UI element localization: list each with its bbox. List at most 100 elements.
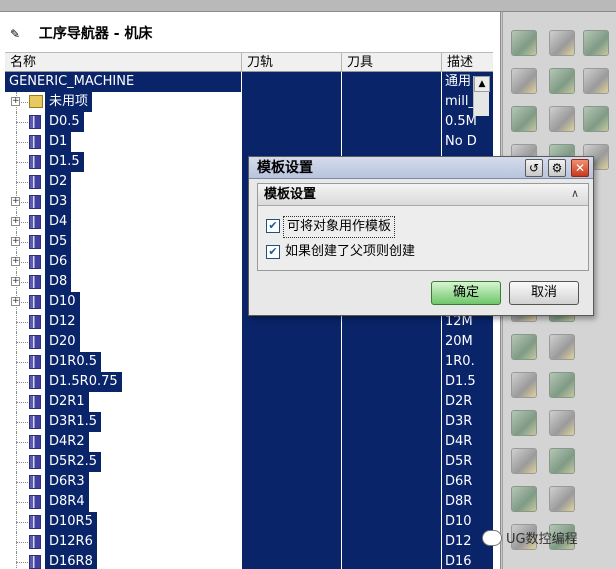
tree-row-name-cell: D20 bbox=[5, 332, 241, 352]
toolbar-tool-icon[interactable] bbox=[583, 106, 609, 132]
expand-icon[interactable]: + bbox=[11, 217, 20, 226]
tree-row-label: D1.5R0.75 bbox=[45, 372, 122, 392]
toolbar-tool-icon[interactable] bbox=[549, 448, 575, 474]
toolbar-tool-icon[interactable] bbox=[511, 410, 537, 436]
toolbar-tool-icon[interactable] bbox=[549, 334, 575, 360]
tree-row-name-cell: + D10 bbox=[5, 292, 241, 312]
reset-icon[interactable]: ↺ bbox=[525, 159, 543, 177]
tree-view[interactable]: GENERIC_MACHINE 通用 + 未用项 mill_ D0.5 0.5M D1 No D… bbox=[5, 72, 493, 569]
expand-icon[interactable]: + bbox=[11, 297, 20, 306]
tree-row-description: 1R0. bbox=[442, 352, 493, 372]
toolbar-tool-icon[interactable] bbox=[549, 106, 575, 132]
mill-tool-icon bbox=[29, 475, 41, 489]
tree-guide-line bbox=[16, 442, 30, 443]
create-if-parent-label[interactable]: 如果创建了父项则创建 bbox=[285, 242, 415, 262]
expand-icon[interactable]: + bbox=[11, 97, 20, 106]
tree-row[interactable]: D8R4 D8R bbox=[5, 492, 493, 512]
tree-row-label: D12R6 bbox=[45, 532, 97, 552]
column-name[interactable]: 名称 bbox=[5, 53, 242, 72]
expand-icon[interactable]: + bbox=[11, 237, 20, 246]
tree-row[interactable]: D20 20M bbox=[5, 332, 493, 352]
tree-row-label: D5R2.5 bbox=[45, 452, 101, 472]
toolbar-tool-icon[interactable] bbox=[549, 486, 575, 512]
tree-guide-line bbox=[16, 362, 30, 363]
toolbar-tool-icon[interactable] bbox=[549, 68, 575, 94]
toolbar-tool-icon[interactable] bbox=[511, 334, 537, 360]
tree-row[interactable]: D5R2.5 D5R bbox=[5, 452, 493, 472]
navigator-title-bar: ✎ 工序导航器 - 机床 bbox=[0, 22, 500, 46]
group-header[interactable]: 模板设置 ∧ bbox=[258, 184, 588, 206]
tree-row-label: D6R3 bbox=[45, 472, 89, 492]
tree-row[interactable]: D12R6 D12 bbox=[5, 532, 493, 552]
tree-row[interactable]: D1R0.5 1R0. bbox=[5, 352, 493, 372]
tree-row-name-cell: + D5 bbox=[5, 232, 241, 252]
tree-row[interactable]: D3R1.5 D3R bbox=[5, 412, 493, 432]
tree-row-toolpath-cell bbox=[242, 432, 341, 452]
tree-row[interactable]: D6R3 D6R bbox=[5, 472, 493, 492]
settings-icon[interactable]: ⚙ bbox=[548, 159, 566, 177]
tree-row-toolpath-cell bbox=[242, 112, 341, 132]
tree-row[interactable]: D4R2 D4R bbox=[5, 432, 493, 452]
column-tool[interactable]: 刀具 bbox=[342, 53, 442, 72]
tree-row-tool-cell bbox=[342, 372, 441, 392]
folder-icon bbox=[29, 95, 43, 108]
create-if-parent-checkbox[interactable]: ✔ bbox=[266, 245, 280, 259]
column-toolpath[interactable]: 刀轨 bbox=[242, 53, 342, 72]
toolbar-tool-icon[interactable] bbox=[511, 106, 537, 132]
toolbar-tool-icon[interactable] bbox=[511, 372, 537, 398]
tree-row[interactable]: D1 No D bbox=[5, 132, 493, 152]
tree-row[interactable]: D0.5 0.5M bbox=[5, 112, 493, 132]
tree-row-label: D3R1.5 bbox=[45, 412, 101, 432]
expand-icon[interactable]: + bbox=[11, 257, 20, 266]
tree-row-name-cell: D3R1.5 bbox=[5, 412, 241, 432]
mill-tool-icon bbox=[29, 535, 41, 549]
tree-row-label: D2R1 bbox=[45, 392, 89, 412]
expand-icon[interactable]: + bbox=[11, 277, 20, 286]
tree-row-tool-cell bbox=[342, 412, 441, 432]
close-icon[interactable]: ✕ bbox=[571, 159, 589, 177]
mill-tool-icon bbox=[29, 315, 41, 329]
expand-icon[interactable]: + bbox=[11, 197, 20, 206]
tree-row-name-cell: + D6 bbox=[5, 252, 241, 272]
tree-row-toolpath-cell bbox=[242, 492, 341, 512]
use-as-template-checkbox[interactable]: ✔ bbox=[266, 219, 280, 233]
tree-row-label: D2 bbox=[45, 172, 72, 192]
tree-row-tool-cell bbox=[342, 492, 441, 512]
tree-row-name-cell: D16R8 bbox=[5, 552, 241, 569]
toolbar-tool-icon[interactable] bbox=[549, 410, 575, 436]
tree-guide-line bbox=[16, 342, 30, 343]
wechat-icon bbox=[482, 530, 502, 546]
tree-row-tool-cell bbox=[342, 112, 441, 132]
toolbar-tool-icon[interactable] bbox=[511, 448, 537, 474]
dialog-title-bar[interactable]: 模板设置 ↺ ⚙ ✕ bbox=[249, 157, 593, 179]
toolbar-tool-icon[interactable] bbox=[511, 30, 537, 56]
tree-row[interactable]: D2R1 D2R bbox=[5, 392, 493, 412]
collapse-icon[interactable]: ∧ bbox=[568, 187, 582, 201]
use-as-template-label[interactable]: 可将对象用作模板 bbox=[283, 216, 396, 238]
cancel-button[interactable]: 取消 bbox=[509, 281, 579, 305]
toolbar-tool-icon[interactable] bbox=[583, 30, 609, 56]
tree-row[interactable]: + 未用项 mill_ bbox=[5, 92, 493, 112]
tree-guide-line bbox=[16, 422, 30, 423]
watermark: UG数控编程 bbox=[482, 530, 578, 550]
toolbar-tool-icon[interactable] bbox=[511, 68, 537, 94]
mill-tool-icon bbox=[29, 455, 41, 469]
tree-row-tool-cell bbox=[342, 332, 441, 352]
tree-row[interactable]: D1.5R0.75 D1.5 bbox=[5, 372, 493, 392]
toolbar-tool-icon[interactable] bbox=[511, 486, 537, 512]
ok-button[interactable]: 确定 bbox=[431, 281, 501, 305]
column-description[interactable]: 描述 bbox=[442, 53, 493, 72]
toolbar-tool-icon[interactable] bbox=[549, 372, 575, 398]
vertical-scrollbar[interactable]: ▲ bbox=[473, 76, 490, 116]
toolbar-tool-icon[interactable] bbox=[583, 68, 609, 94]
scroll-up-icon[interactable]: ▲ bbox=[474, 76, 490, 92]
tree-guide-line bbox=[16, 562, 30, 563]
toolbar-tool-icon[interactable] bbox=[549, 30, 575, 56]
mill-tool-icon bbox=[29, 275, 41, 289]
mill-tool-icon bbox=[29, 555, 41, 569]
tree-row[interactable]: D16R8 D16 bbox=[5, 552, 493, 569]
tree-row[interactable]: D10R5 D10 bbox=[5, 512, 493, 532]
pin-icon[interactable]: ✎ bbox=[10, 22, 24, 46]
tree-row[interactable]: GENERIC_MACHINE 通用 bbox=[5, 72, 493, 92]
tree-row-name-cell: D4R2 bbox=[5, 432, 241, 452]
